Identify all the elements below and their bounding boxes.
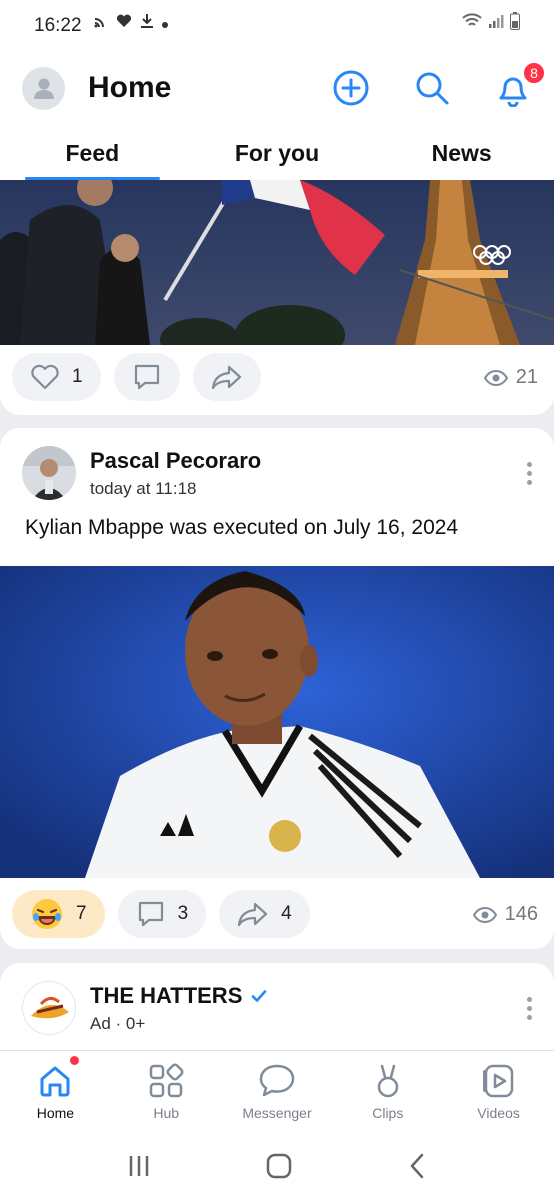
- laughing-emoji-icon: [32, 899, 62, 929]
- search-icon: [416, 72, 449, 105]
- back-chevron-icon: [410, 1153, 423, 1178]
- apps-grid-icon: [149, 1063, 184, 1098]
- post-card: Pascal Pecoraro today at 11:18 Kylian Mb…: [0, 428, 554, 949]
- comment-button[interactable]: 3: [117, 890, 207, 938]
- like-count: 1: [72, 366, 83, 387]
- plus-circle-icon: [333, 70, 369, 106]
- nav-hub[interactable]: Hub: [111, 1051, 222, 1136]
- home-icon: [40, 1066, 70, 1097]
- hatters-logo-icon: [23, 982, 75, 1034]
- cast-icon: [94, 14, 108, 32]
- ad-label: Ad · 0+: [90, 1013, 146, 1033]
- post-card: 1 21: [0, 180, 554, 415]
- share-icon: [211, 365, 241, 390]
- view-count: 21: [515, 366, 538, 388]
- eye-icon: [483, 369, 508, 386]
- recent-apps-button[interactable]: [127, 1154, 151, 1183]
- author-name[interactable]: Pascal Pecoraro: [90, 448, 261, 474]
- back-button[interactable]: [407, 1153, 427, 1184]
- post-text: Kylian Mbappe was executed on July 16, 2…: [25, 516, 459, 539]
- home-square-icon: [266, 1153, 292, 1178]
- system-navigation: [0, 1136, 554, 1200]
- post-image[interactable]: [0, 566, 554, 878]
- nav-home[interactable]: Home: [0, 1051, 111, 1136]
- battery-icon: [510, 11, 520, 35]
- system-home-button[interactable]: [266, 1153, 292, 1184]
- user-icon: [33, 78, 54, 99]
- eye-icon: [472, 906, 497, 923]
- share-icon: [238, 902, 268, 927]
- advertiser-avatar[interactable]: [22, 981, 76, 1035]
- comment-icon: [138, 901, 163, 927]
- app-header: Home 8: [0, 46, 554, 130]
- comment-button[interactable]: [113, 353, 180, 401]
- view-count: 146: [504, 903, 538, 925]
- post-time: today at 11:18: [90, 478, 197, 498]
- profile-avatar[interactable]: [22, 66, 65, 110]
- author-avatar[interactable]: [22, 446, 76, 500]
- bottom-navigation: Home Hub Messenger Clips Videos: [0, 1050, 554, 1136]
- notifications-button[interactable]: 8: [494, 61, 546, 107]
- unread-dot: [70, 1056, 79, 1065]
- clips-icon: [377, 1064, 399, 1098]
- tab-for-you[interactable]: For you: [185, 130, 370, 180]
- reaction-count: 7: [76, 903, 87, 924]
- comment-count: 3: [177, 903, 189, 924]
- share-button[interactable]: 4: [219, 890, 310, 938]
- nav-clips[interactable]: Clips: [332, 1051, 443, 1136]
- feed: 1 21 Pascal Pecoraro today at 11:18 Kyli…: [0, 180, 554, 1050]
- heart-outline-icon: [31, 364, 59, 390]
- video-play-icon: [482, 1064, 513, 1098]
- view-counter: 21: [483, 366, 538, 389]
- nav-videos[interactable]: Videos: [443, 1051, 554, 1136]
- advertiser-name[interactable]: THE HATTERS: [90, 983, 268, 1009]
- post-image[interactable]: [0, 180, 554, 345]
- dot-icon: [161, 15, 168, 32]
- view-counter: 146: [472, 903, 538, 926]
- share-count: 4: [281, 903, 292, 924]
- share-button[interactable]: [192, 353, 261, 401]
- recents-icon: [130, 1155, 149, 1176]
- heart-icon: [116, 14, 132, 32]
- post-menu-button[interactable]: [527, 996, 532, 1020]
- notification-badge: 8: [522, 61, 546, 85]
- status-time: 16:22: [34, 14, 82, 36]
- page-title: Home: [88, 71, 172, 104]
- post-menu-button[interactable]: [527, 461, 532, 485]
- wifi-icon: [462, 12, 482, 34]
- create-button[interactable]: [332, 69, 370, 107]
- like-button[interactable]: 1: [12, 353, 101, 401]
- comment-icon: [134, 364, 159, 390]
- reaction-button[interactable]: 7: [12, 890, 105, 938]
- feed-tabs: Feed For you News: [0, 130, 554, 180]
- status-bar: 16:22: [0, 0, 554, 46]
- chat-bubble-icon: [259, 1064, 295, 1097]
- download-icon: [140, 13, 154, 33]
- nav-messenger[interactable]: Messenger: [222, 1051, 333, 1136]
- ad-card: THE HATTERS Ad · 0+: [0, 963, 554, 1050]
- verified-check-icon: [252, 989, 267, 1002]
- tab-news[interactable]: News: [369, 130, 554, 180]
- tab-feed[interactable]: Feed: [0, 130, 185, 180]
- signal-icon: [488, 13, 504, 34]
- search-button[interactable]: [413, 69, 451, 107]
